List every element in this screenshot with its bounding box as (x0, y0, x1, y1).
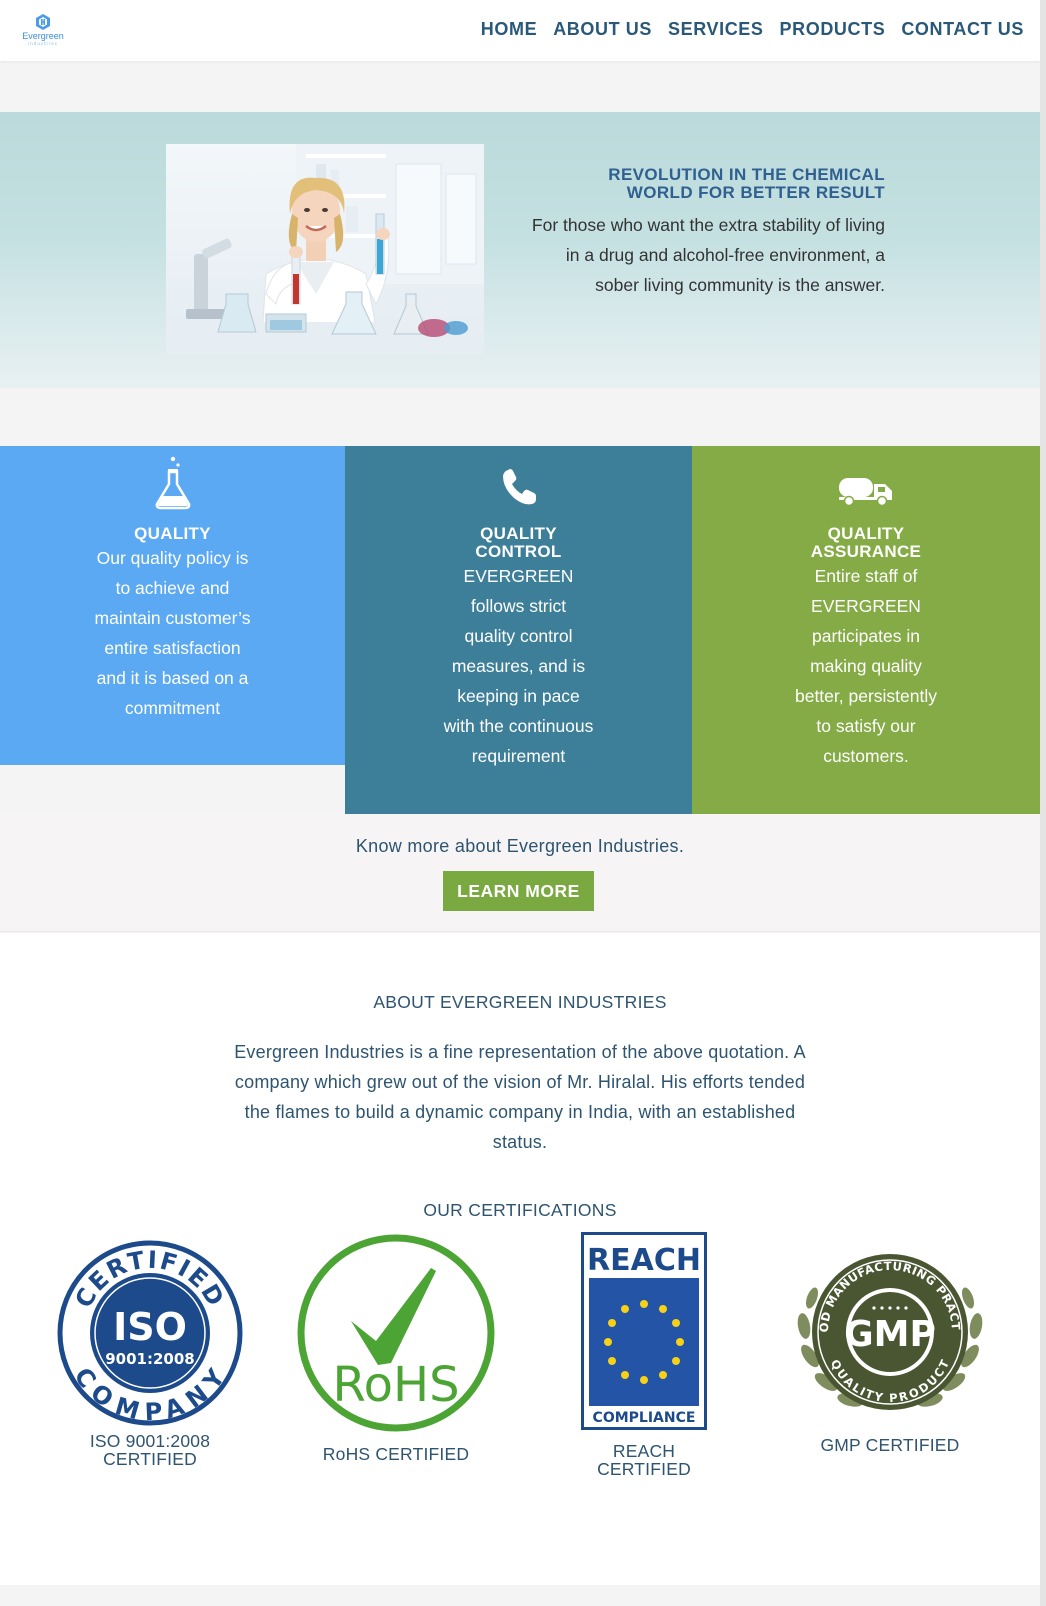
nav-home[interactable]: HOME (481, 19, 537, 40)
logo-subtext: industries (28, 41, 58, 46)
cert-gmp: GOOD MANUFACTURING PRACTICE QUALITY PROD… (790, 1238, 990, 1454)
page: Evergreen industries HOME ABOUT US SERVI… (0, 0, 1040, 1606)
feature-quality-control-title-line-2: CONTROL (475, 542, 562, 561)
hero-banner: REVOLUTION IN THE CHEMICAL WORLD FOR BET… (0, 112, 1040, 388)
feature-quality-body: Our quality policy is to achieve and mai… (94, 548, 251, 718)
hero-body: For those who want the extra stability o… (531, 215, 885, 295)
nav-contact-us[interactable]: CONTACT US (901, 19, 1024, 40)
logo-text: Evergreen (22, 31, 64, 41)
hero-image (166, 144, 484, 354)
nav-about-us[interactable]: ABOUT US (553, 19, 652, 40)
about-body: Evergreen Industries is a fine represent… (234, 1042, 806, 1152)
cert-iso: CERTIFIED COMPANY ISO 9001:2008 ISO 9001… (50, 1238, 250, 1468)
reach-logo-top: REACH (587, 1243, 701, 1278)
nav-services[interactable]: SERVICES (668, 19, 764, 40)
gmp-logo-mid: GMP (844, 1314, 936, 1355)
iso-logo-mid: ISO (113, 1305, 187, 1349)
feature-quality-title: QUALITY (134, 524, 211, 543)
logo-mark-icon (36, 14, 50, 30)
feature-quality-assurance-title-line-1: QUALITY (827, 524, 905, 543)
about-section: ABOUT EVERGREEN INDUSTRIES Evergreen Ind… (0, 933, 1040, 1585)
feature-quality-assurance-body: Entire staff of EVERGREEN participates i… (794, 566, 938, 766)
learn-more-button[interactable]: LEARN MORE (443, 871, 594, 911)
reach-logo-bottom: COMPLIANCE (593, 1410, 696, 1426)
feature-quality-control-title: QUALITY CONTROL (345, 525, 692, 561)
hero-title-line-1: REVOLUTION IN THE CHEMICAL (608, 165, 885, 184)
feature-quality-assurance-title-line-2: ASSURANCE (810, 542, 922, 561)
gmp-certified-logo: GOOD MANUFACTURING PRACTICE QUALITY PROD… (790, 1246, 983, 1410)
cta-section: Know more about Evergreen Industries. LE… (0, 814, 1040, 932)
certifications-heading: OUR CERTIFICATIONS (423, 1200, 617, 1220)
phone-icon (502, 469, 536, 505)
flask-icon (155, 456, 190, 510)
feature-quality-control-title-line-1: QUALITY (480, 524, 557, 543)
nav-products[interactable]: PRODUCTS (780, 19, 886, 40)
cert-reach: REACH COMPLIANCE REACH CERTIFIED (544, 1232, 744, 1479)
cta-text: Know more about Evergreen Industries. (355, 836, 685, 856)
site-header: Evergreen industries HOME ABOUT US SERVI… (0, 0, 1040, 61)
cert-iso-label: ISO 9001:2008 CERTIFIED (89, 1431, 211, 1469)
rohs-logo-text: RoHS (332, 1357, 459, 1413)
feature-quality-control-body: EVERGREEN follows strict quality control… (443, 566, 594, 766)
cert-reach-label: REACH CERTIFIED (597, 1441, 691, 1479)
cert-gmp-label: GMP CERTIFIED (820, 1435, 960, 1455)
feature-quality-assurance-title: QUALITY ASSURANCE (692, 525, 1040, 561)
iso-logo-number: 9001:2008 (105, 1350, 195, 1368)
lab-scientist-illustration (166, 144, 484, 354)
hero-text: REVOLUTION IN THE CHEMICAL WORLD FOR BET… (525, 166, 885, 300)
feature-quality-assurance: QUALITY ASSURANCE Entire staff of EVERGR… (692, 446, 1040, 814)
hero-title: REVOLUTION IN THE CHEMICAL WORLD FOR BET… (525, 166, 885, 202)
iso-certified-logo: CERTIFIED COMPANY ISO 9001:2008 (57, 1240, 243, 1426)
logo[interactable]: Evergreen industries (20, 14, 66, 50)
rohs-certified-logo: RoHS (297, 1234, 495, 1432)
features-section: QUALITY Our quality policy is to achieve… (0, 446, 1040, 814)
scrollbar[interactable] (1040, 0, 1046, 1606)
feature-quality-control: QUALITY CONTROL EVERGREEN follows strict… (345, 446, 692, 814)
main-nav: HOME ABOUT US SERVICES PRODUCTS CONTACT … (481, 19, 1024, 40)
cert-rohs-label: RoHS CERTIFIED (322, 1444, 470, 1464)
reach-compliance-logo: REACH COMPLIANCE (581, 1232, 707, 1430)
hero-title-line-2: WORLD FOR BETTER RESULT (626, 183, 885, 202)
cert-rohs: RoHS RoHS CERTIFIED (296, 1234, 496, 1464)
about-heading: ABOUT EVERGREEN INDUSTRIES (373, 992, 667, 1012)
feature-quality: QUALITY Our quality policy is to achieve… (0, 446, 345, 765)
truck-icon (839, 478, 892, 506)
